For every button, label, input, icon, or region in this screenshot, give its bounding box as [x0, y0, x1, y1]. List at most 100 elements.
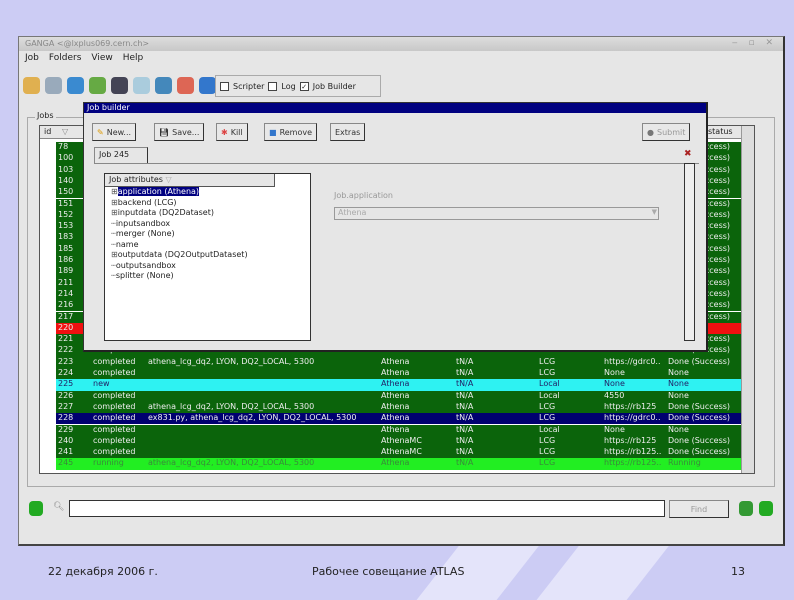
submit-icon[interactable] — [155, 77, 172, 94]
extras-button[interactable]: Extras — [330, 123, 366, 141]
kill-icon[interactable] — [177, 77, 194, 94]
page-number: 13 — [731, 565, 745, 578]
cell-app: Athena — [381, 356, 410, 366]
menu-help[interactable]: Help — [123, 53, 144, 63]
tree-node[interactable]: ⊞outputdata (DQ2OutputDataset) — [105, 250, 310, 261]
col-id[interactable]: id — [44, 127, 51, 136]
save-button[interactable]: 💾︎ Save... — [154, 123, 205, 141]
dialog-title[interactable]: Job builder — [84, 103, 706, 113]
field-label: Job.application — [334, 191, 394, 200]
table-row[interactable]: 229 completed Athena tN/A Local None None — [56, 424, 750, 436]
expand-icon: ⊞ — [111, 208, 118, 217]
window-titlebar[interactable]: GANGA <@lxplus069.cern.ch> ‒ ▫ ✕ — [19, 37, 783, 51]
tree-node-label: inputsandbox — [115, 218, 171, 228]
save-icon[interactable] — [111, 77, 128, 94]
cell-id: 183 — [58, 232, 74, 242]
table-row[interactable]: 241 completed AthenaMC tN/A LCG https://rb125… — [56, 447, 750, 459]
new-button[interactable]: ✎ New... — [92, 123, 137, 141]
cell-bid: https://rb125 — [604, 435, 657, 445]
log-checkbox[interactable] — [268, 81, 278, 91]
submit-label: Submit — [656, 127, 686, 137]
menu-view[interactable]: View — [91, 53, 112, 63]
cell-status: completed — [93, 424, 136, 434]
menu-job[interactable]: Job — [25, 53, 39, 63]
table-row[interactable]: 240 completed AthenaMC tN/A LCG https://rb125… — [56, 435, 750, 448]
tree-node[interactable]: ┄merger (None) — [105, 229, 310, 240]
cell-bid: https://gdrc0.. — [604, 356, 661, 366]
kill-button[interactable]: ✱ Kill — [216, 123, 248, 141]
edit-icon[interactable] — [45, 77, 62, 94]
cell-ver: tN/A — [456, 424, 474, 434]
submit-button[interactable]: ● Submit — [642, 123, 691, 141]
window-title: GANGA <@lxplus069.cern.ch> — [25, 39, 150, 48]
cell-id: 222 — [58, 345, 74, 355]
copy-icon[interactable] — [133, 77, 150, 94]
tree-node[interactable]: ┄inputsandbox — [105, 219, 310, 230]
vertical-scrollbar[interactable] — [741, 126, 754, 473]
footer-date: 22 декабря 2006 г. — [48, 565, 158, 578]
cell-status: completed — [93, 390, 136, 400]
menu-folders[interactable]: Folders — [49, 53, 82, 63]
toolbar — [23, 77, 216, 94]
globe-icon[interactable] — [67, 77, 84, 94]
table-row[interactable]: 223 completed athena_lcg_dq2, LYON, DQ2_LO… — [56, 356, 750, 368]
remove-button[interactable]: ■ Remove — [264, 123, 318, 141]
tree-node[interactable]: ┄name — [105, 240, 310, 251]
cell-id: 186 — [58, 255, 74, 264]
cell-bid: None — [604, 424, 625, 434]
table-row[interactable]: 225 new Athena tN/A Local None None — [56, 379, 750, 391]
cell-backend: Local — [539, 390, 560, 400]
forward-icon[interactable] — [759, 501, 773, 516]
tree-node[interactable]: ⊞inputdata (DQ2Dataset) — [105, 208, 310, 219]
submit-icon: ● — [647, 127, 654, 137]
new-job-icon[interactable] — [23, 77, 40, 94]
cell-ver: tN/A — [456, 435, 474, 445]
table-row[interactable]: 227 completed athena_lcg_dq2, LYON, DQ2_LO… — [56, 401, 750, 414]
job-builder-checkbox[interactable]: ✓ — [299, 81, 309, 91]
find-input[interactable] — [69, 500, 665, 517]
back-icon[interactable] — [29, 501, 43, 516]
table-row[interactable]: 245 running athena_lcg_dq2, LYON, DQ2_LOCA… — [56, 458, 750, 470]
sort-icon[interactable]: ▽ — [62, 127, 68, 136]
col-status[interactable]: status — [708, 127, 733, 136]
window-controls[interactable]: ‒ ▫ ✕ — [732, 38, 777, 48]
job-tab[interactable]: Job 245 — [94, 147, 148, 164]
cell-backend: LCG — [539, 401, 556, 411]
tree-node[interactable]: ┄outputsandbox — [105, 261, 310, 272]
cell-status: running — [93, 458, 124, 468]
kill-label: Kill — [230, 127, 243, 137]
tree-node[interactable]: ⊞backend (LCG) — [105, 198, 310, 209]
remove-icon[interactable] — [199, 77, 216, 94]
application-value: Athena — [338, 208, 367, 217]
cell-bid: 4550 — [604, 390, 625, 400]
cell-name: ex831.py, athena_lcg_dq2, LYON, DQ2_LOCA… — [148, 413, 357, 423]
jobs-label: Jobs — [35, 111, 56, 120]
refresh-icon[interactable] — [739, 501, 753, 516]
find-button[interactable]: Find — [669, 500, 729, 518]
cell-backend: Local — [539, 424, 560, 434]
panel-toggles: Scripter Log ✓ Job Builder — [215, 75, 381, 97]
cell-id: 226 — [58, 390, 74, 400]
tree-node-label: merger (None) — [115, 229, 175, 238]
table-row[interactable]: 226 completed Athena tN/A Local 4550 None — [56, 390, 750, 402]
tree-node-label: inputdata (DQ2Dataset) — [117, 208, 214, 217]
application-select[interactable]: Athena ▼ — [334, 207, 659, 220]
table-row[interactable]: 228 completed ex831.py, athena_lcg_dq2, LY… — [56, 413, 750, 425]
tree-node-label: outputsandbox — [115, 260, 176, 270]
expand-icon: ⊞ — [111, 250, 118, 259]
cell-st: Done (Success) — [668, 413, 731, 423]
table-row[interactable]: 224 completed Athena tN/A LCG None None — [56, 368, 750, 380]
run-icon[interactable] — [89, 77, 106, 94]
tree-header[interactable]: Job attributes ▽ — [105, 174, 275, 187]
scripter-checkbox[interactable] — [220, 81, 229, 91]
close-tab-icon[interactable]: ✖ — [684, 149, 692, 159]
cell-st: Running — [668, 458, 701, 468]
tree-node[interactable]: ┄splitter (None) — [105, 271, 310, 282]
dialog-scrollbar[interactable] — [684, 163, 695, 341]
cell-id: 228 — [58, 413, 74, 423]
job-builder-dialog: Job builder ✎ New... 💾︎ Save... ✱ Kill ■ Rem… — [83, 102, 708, 352]
cell-bid: None — [604, 368, 625, 377]
cell-id: 140 — [58, 175, 74, 185]
tree-node[interactable]: ⊞application (Athena) — [105, 187, 310, 198]
cell-id: 151 — [58, 198, 74, 208]
